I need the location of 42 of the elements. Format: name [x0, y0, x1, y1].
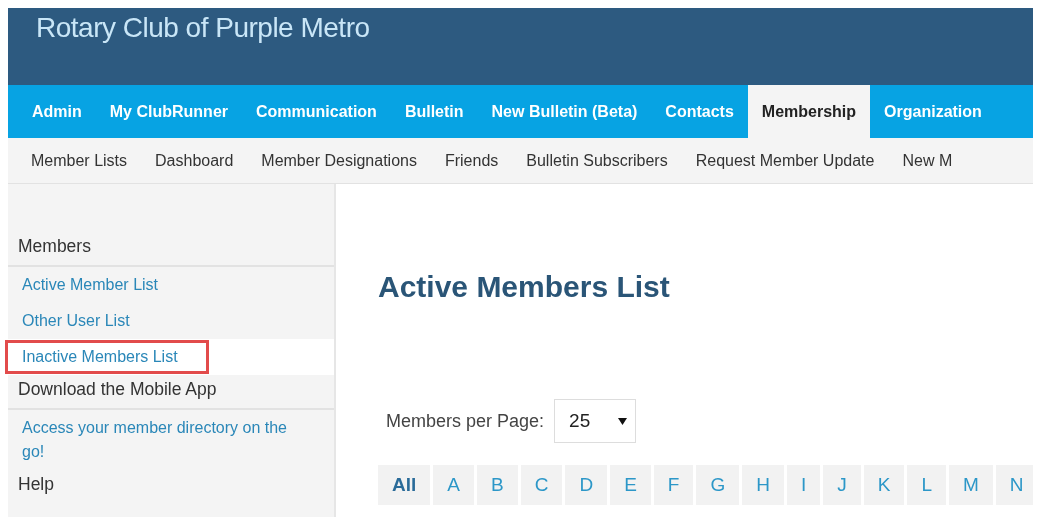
nav-tab[interactable]: My ClubRunner	[95, 85, 242, 138]
sub-nav-link[interactable]: Bulletin Subscribers	[526, 151, 668, 170]
caret-icon	[618, 417, 628, 425]
letter-filter[interactable]: F	[653, 465, 694, 505]
sidebar-link[interactable]: Inactive Members List	[8, 339, 334, 375]
per-page-select[interactable]: 25	[554, 399, 637, 443]
letter-filter[interactable]: C	[520, 465, 563, 505]
sidebar-heading: Members	[8, 232, 334, 267]
nav-tab[interactable]: Organization	[870, 85, 996, 138]
nav-tab[interactable]: Membership	[747, 85, 871, 138]
letter-filter[interactable]: J	[823, 465, 861, 505]
sidebar-heading: Download the Mobile App	[8, 375, 334, 410]
site-title: Rotary Club of Purple Metro	[36, 12, 370, 43]
letter-filter[interactable]: L	[907, 465, 946, 505]
letter-filter[interactable]: G	[696, 465, 740, 505]
nav-tab[interactable]: Contacts	[651, 85, 748, 138]
letter-filter[interactable]: M	[949, 465, 993, 505]
letter-filter[interactable]: E	[610, 465, 651, 505]
letter-filter[interactable]: N	[995, 465, 1033, 505]
sidebar-link[interactable]: Access your member directory on the go!	[8, 410, 334, 470]
per-page-label: Members per Page:	[386, 410, 545, 432]
sub-nav-link[interactable]: Member Lists	[31, 151, 128, 170]
sub-nav-link[interactable]: New M	[902, 151, 953, 170]
sub-nav-link[interactable]: Dashboard	[155, 151, 234, 170]
nav-tab[interactable]: Communication	[242, 85, 391, 138]
letter-filter[interactable]: B	[476, 465, 518, 505]
nav-tab[interactable]: Bulletin	[390, 85, 478, 138]
sub-nav-link[interactable]: Member Designations	[261, 151, 417, 170]
letter-filter[interactable]: D	[565, 465, 608, 505]
letter-filter[interactable]: I	[786, 465, 821, 505]
letter-filter[interactable]: H	[742, 465, 784, 505]
letter-filter[interactable]: K	[863, 465, 905, 505]
nav-tab[interactable]: New Bulletin (Beta)	[477, 85, 652, 138]
letter-filter[interactable]: A	[433, 465, 474, 505]
sub-nav-link[interactable]: Friends	[444, 151, 499, 170]
letter-filter[interactable]: All	[378, 465, 431, 505]
page-title: Active Members List	[378, 270, 671, 304]
sidebar-link[interactable]: Active Member List	[8, 267, 334, 303]
nav-tab[interactable]: Admin	[18, 85, 96, 138]
sidebar-heading: Help	[17, 473, 55, 496]
sidebar-link[interactable]: Other User List	[8, 303, 334, 339]
sub-nav-link[interactable]: Request Member Update	[695, 151, 875, 170]
